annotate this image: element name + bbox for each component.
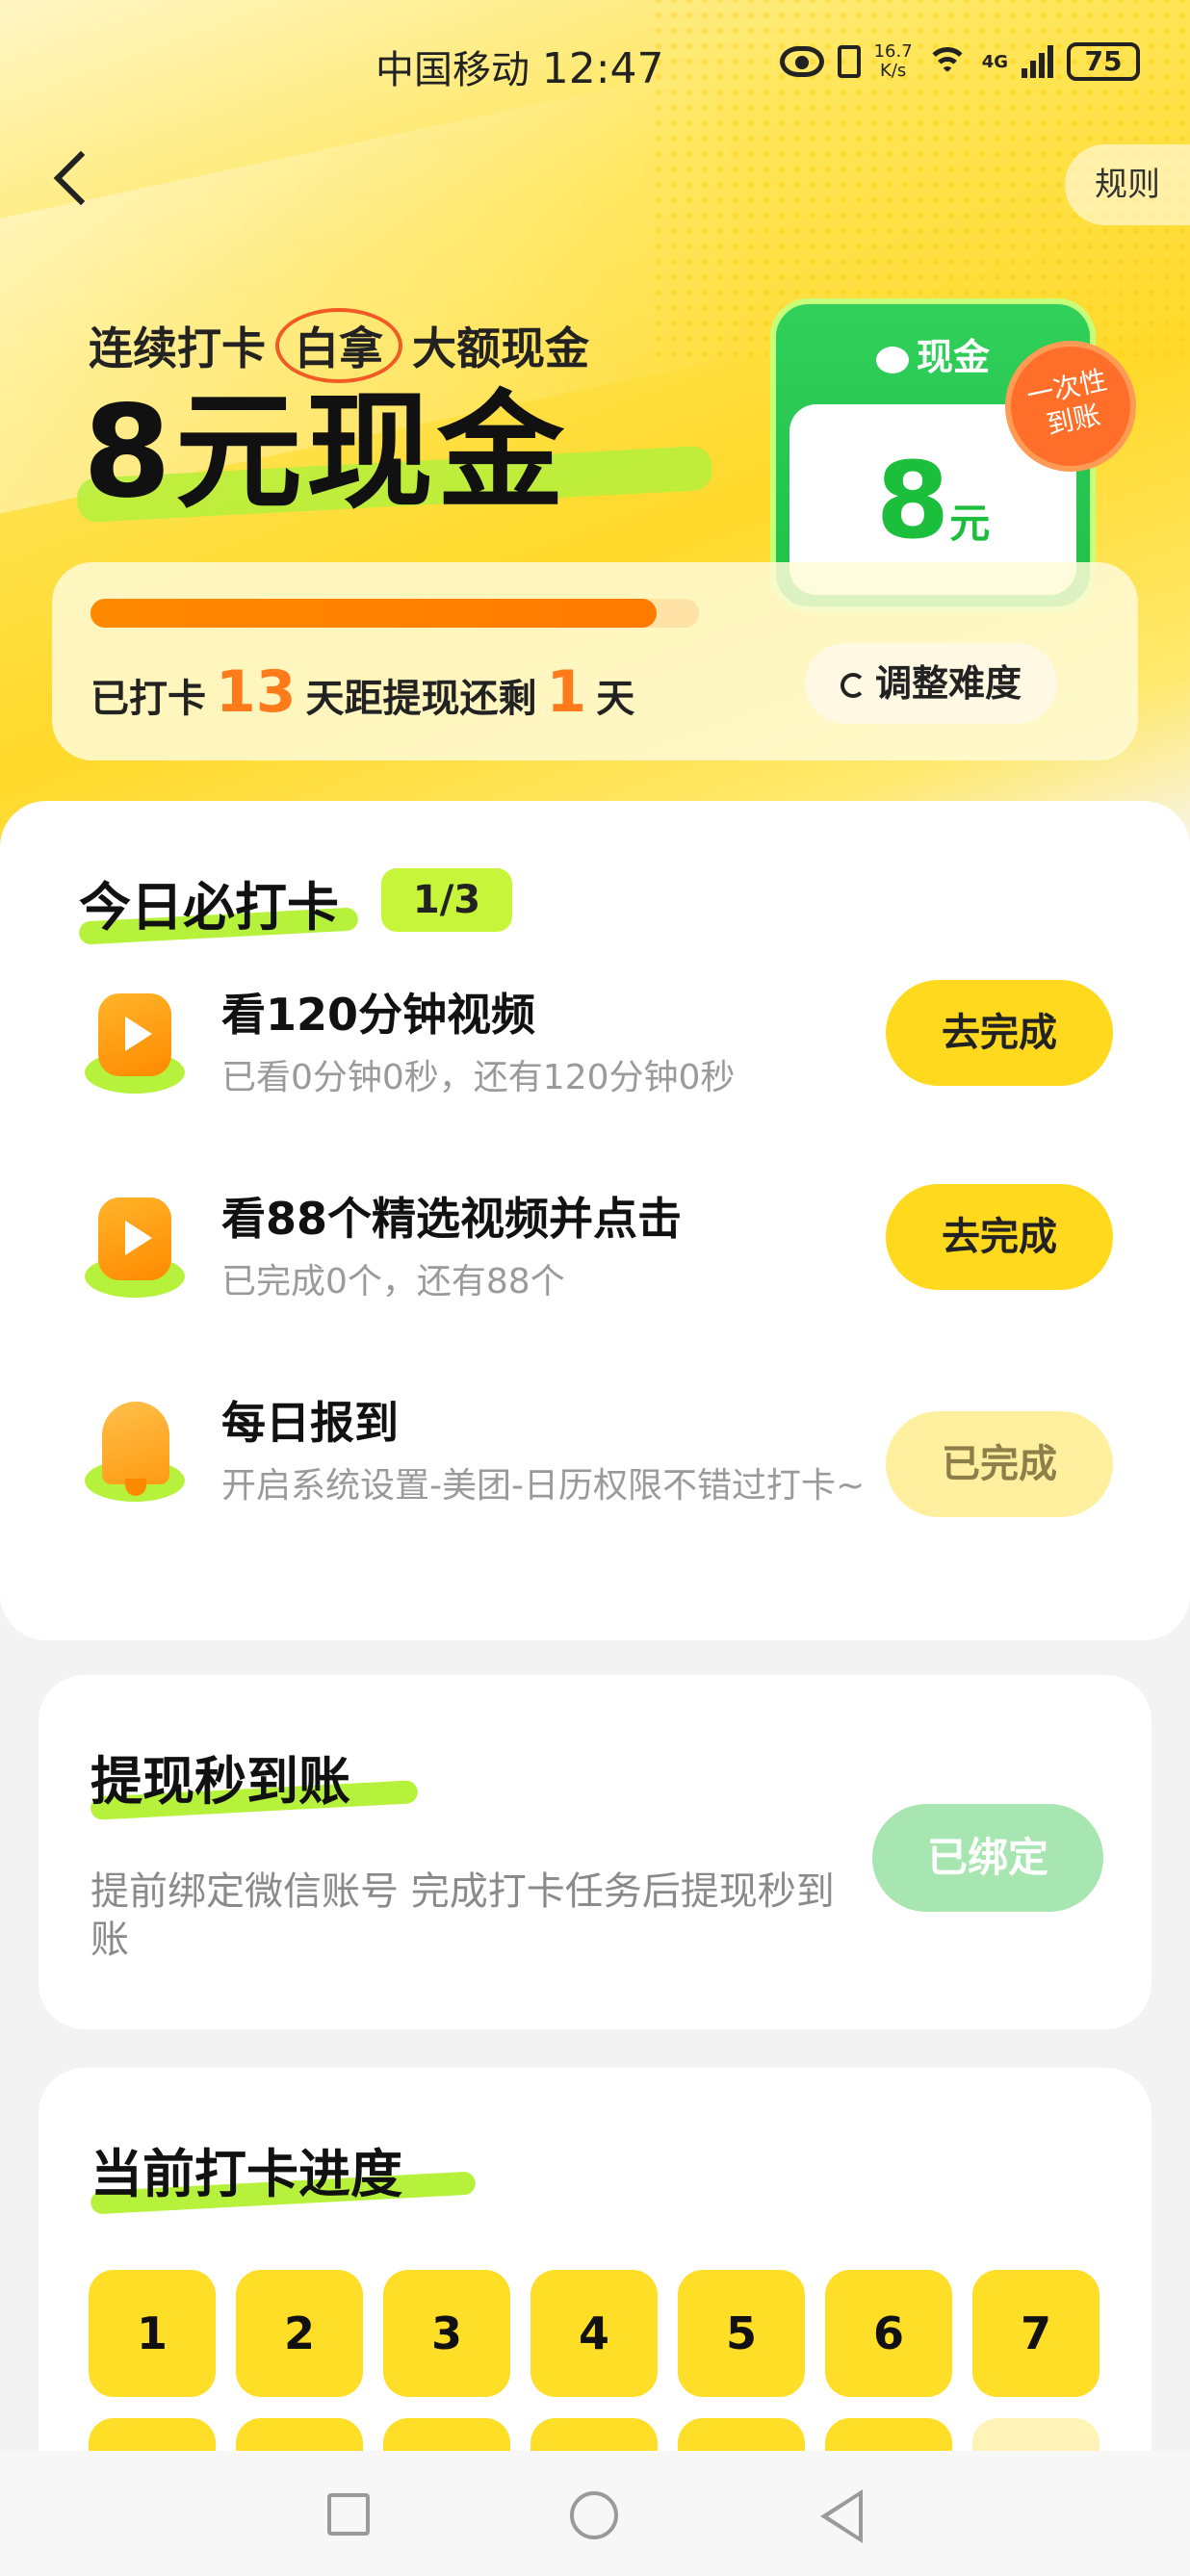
- task-title: 看88个精选视频并点击: [221, 1193, 683, 1245]
- vibrate-icon: [837, 45, 861, 78]
- completed-button[interactable]: 已完成: [886, 1411, 1113, 1517]
- progress-bar: [91, 599, 699, 628]
- clock: 12:47: [541, 44, 664, 93]
- day-cell: 7: [972, 2270, 1099, 2397]
- daily-tasks-badge: 1/3: [381, 868, 512, 932]
- video-play-icon: [98, 1198, 171, 1280]
- progress-middle: 天距提现还剩: [305, 677, 537, 721]
- refresh-icon: [840, 673, 866, 698]
- bell-icon: [102, 1402, 169, 1496]
- adjust-label: 调整难度: [874, 662, 1022, 705]
- daily-tasks-card: 今日必打卡 1/3 看120分钟视频 已看0分钟0秒，还有120分钟0秒 去完成…: [0, 801, 1190, 1640]
- task-icon-wrap: [85, 1198, 185, 1298]
- withdraw-title: 提现秒到账: [91, 1751, 350, 1812]
- hero-subtitle-highlight: 白拿: [275, 308, 402, 383]
- signal-icon: [1022, 45, 1053, 78]
- status-icons: 16.7 K/s 4G 75: [779, 42, 1140, 81]
- task-icon-wrap: [85, 1402, 185, 1502]
- bound-button[interactable]: 已绑定: [872, 1804, 1103, 1912]
- day-cell: 2: [236, 2270, 363, 2397]
- status-bar: 中国移动 12:47 16.7 K/s 4G 75: [0, 39, 1190, 96]
- wechat-icon: [875, 346, 909, 374]
- status-carrier-time: 中国移动 12:47: [375, 39, 664, 94]
- net-speed-value: 16.7: [873, 41, 913, 62]
- day-cell: 4: [530, 2270, 658, 2397]
- task-title: 每日报到: [221, 1397, 399, 1449]
- checkin-progress-panel: 已打卡 13 天距提现还剩 1 天 调整难度: [52, 562, 1138, 760]
- carrier-label: 中国移动: [375, 48, 530, 92]
- hero-subtitle-post: 大额现金: [412, 322, 589, 374]
- progress-bar-fill: [91, 599, 657, 628]
- adjust-difficulty-button[interactable]: 调整难度: [805, 643, 1057, 724]
- withdraw-desc: 提前绑定微信账号 完成打卡任务后提现秒到账: [91, 1869, 835, 1962]
- checkin-progress-title: 当前打卡进度: [91, 2144, 402, 2204]
- task-item: 每日报到 开启系统设置-美团-日历权限不错过打卡~ 已完成: [39, 1388, 1151, 1552]
- home-icon[interactable]: [570, 2491, 618, 2539]
- day-cell: 3: [383, 2270, 510, 2397]
- cash-label-text: 现金: [916, 336, 990, 378]
- day-cell: 5: [678, 2270, 805, 2397]
- task-title: 看120分钟视频: [221, 989, 536, 1041]
- progress-prefix: 已打卡: [91, 677, 206, 721]
- network-type: 4G: [981, 51, 1008, 72]
- days-left: 1: [546, 658, 587, 726]
- days-done: 13: [216, 658, 297, 726]
- hero-title: 8元现金: [83, 378, 568, 527]
- net-speed: 16.7 K/s: [874, 42, 913, 81]
- video-play-icon: [98, 993, 171, 1076]
- hero-subtitle: 连续打卡 白拿 大额现金: [89, 308, 589, 383]
- go-complete-button[interactable]: 去完成: [886, 980, 1113, 1086]
- rules-button[interactable]: 规则: [1065, 144, 1190, 225]
- withdraw-card: 提现秒到账 提前绑定微信账号 完成打卡任务后提现秒到账 已绑定: [39, 1675, 1151, 2029]
- back-triangle-icon[interactable]: [820, 2489, 863, 2543]
- task-desc: 已看0分钟0秒，还有120分钟0秒: [221, 1058, 736, 1097]
- task-icon-wrap: [85, 993, 185, 1094]
- eye-icon: [779, 46, 824, 77]
- task-desc: 已完成0个，还有88个: [221, 1262, 565, 1301]
- task-desc: 开启系统设置-美团-日历权限不错过打卡~: [221, 1466, 866, 1506]
- net-speed-unit: K/s: [880, 61, 907, 81]
- task-item: 看120分钟视频 已看0分钟0秒，还有120分钟0秒 去完成: [39, 980, 1151, 1144]
- recent-apps-icon[interactable]: [327, 2493, 370, 2536]
- cash-unit: 元: [949, 500, 991, 547]
- cash-amount: 8: [875, 439, 950, 562]
- battery-icon: 75: [1067, 42, 1140, 81]
- task-item: 看88个精选视频并点击 已完成0个，还有88个 去完成: [39, 1184, 1151, 1348]
- daily-tasks-title: 今日必打卡: [79, 877, 339, 938]
- progress-text: 已打卡 13 天距提现还剩 1 天: [91, 658, 634, 726]
- system-nav-bar: [0, 2451, 1190, 2576]
- go-complete-button[interactable]: 去完成: [886, 1184, 1113, 1290]
- wifi-icon: [925, 45, 969, 78]
- day-cell: 6: [825, 2270, 952, 2397]
- hero-subtitle-pre: 连续打卡: [89, 322, 266, 374]
- progress-suffix: 天: [596, 677, 635, 721]
- day-cell: 1: [89, 2270, 216, 2397]
